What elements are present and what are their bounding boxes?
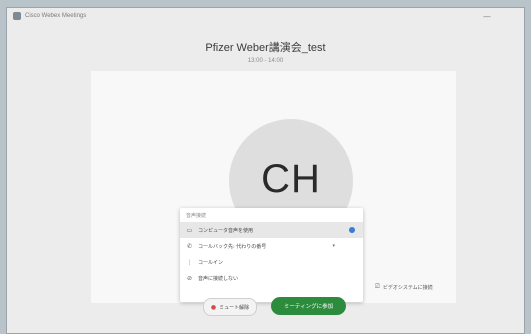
audio-option-callback[interactable]: ✆ コールバック先: 代わりの番号 ▾: [180, 238, 363, 254]
unmute-button[interactable]: ● ミュート解除: [203, 298, 257, 316]
meeting-title: Pfizer Weber講演会_test: [205, 42, 326, 54]
unmute-button-label: ミュート解除: [219, 304, 250, 311]
dialpad-icon: ⋮: [186, 258, 193, 266]
audio-option-computer[interactable]: ▭ コンピュータ音声を使用: [180, 222, 363, 238]
video-system-icon: ⎚: [375, 283, 380, 290]
computer-icon: ▭: [186, 226, 193, 234]
microphone-muted-icon: ●: [210, 303, 217, 311]
webex-window: Cisco Webex Meetings — Pfizer Weber講演会_t…: [6, 7, 525, 334]
audio-option-label: コンピュータ音声を使用: [198, 227, 254, 234]
phone-icon: ✆: [186, 242, 193, 250]
minimize-button[interactable]: —: [482, 11, 492, 21]
video-preview: CH 音声接続 ▭ コンピュータ音声を使用 ✆ コールバック先: 代わりの番号 …: [91, 71, 456, 303]
meeting-time: 13:00 - 14:00: [247, 58, 284, 64]
selected-radio-icon: [349, 227, 355, 233]
avatar-initials: CH: [261, 156, 321, 201]
chevron-down-icon: ▾: [332, 243, 335, 249]
video-system-label: ビデオシステムに接続: [382, 284, 433, 291]
audio-option-none[interactable]: ⊘ 音声に接続しない: [180, 270, 363, 286]
webex-app-icon: [13, 12, 21, 20]
audio-connection-menu: 音声接続 ▭ コンピュータ音声を使用 ✆ コールバック先: 代わりの番号 ▾ ⋮…: [180, 208, 363, 302]
audio-option-label: コールバック先: 代わりの番号: [198, 243, 267, 250]
audio-option-label: 音声に接続しない: [198, 275, 239, 282]
title-bar: Cisco Webex Meetings —: [7, 8, 524, 24]
window-title: Cisco Webex Meetings: [25, 13, 87, 19]
join-meeting-button[interactable]: ミーティングに参加: [271, 297, 346, 315]
audio-option-callin[interactable]: ⋮ コールイン: [180, 254, 363, 270]
audio-menu-header: 音声接続: [186, 213, 207, 219]
video-system-option[interactable]: ⎚ ビデオシステムに接続: [375, 283, 433, 291]
audio-option-label: コールイン: [198, 259, 224, 266]
mute-icon: ⊘: [186, 274, 193, 282]
